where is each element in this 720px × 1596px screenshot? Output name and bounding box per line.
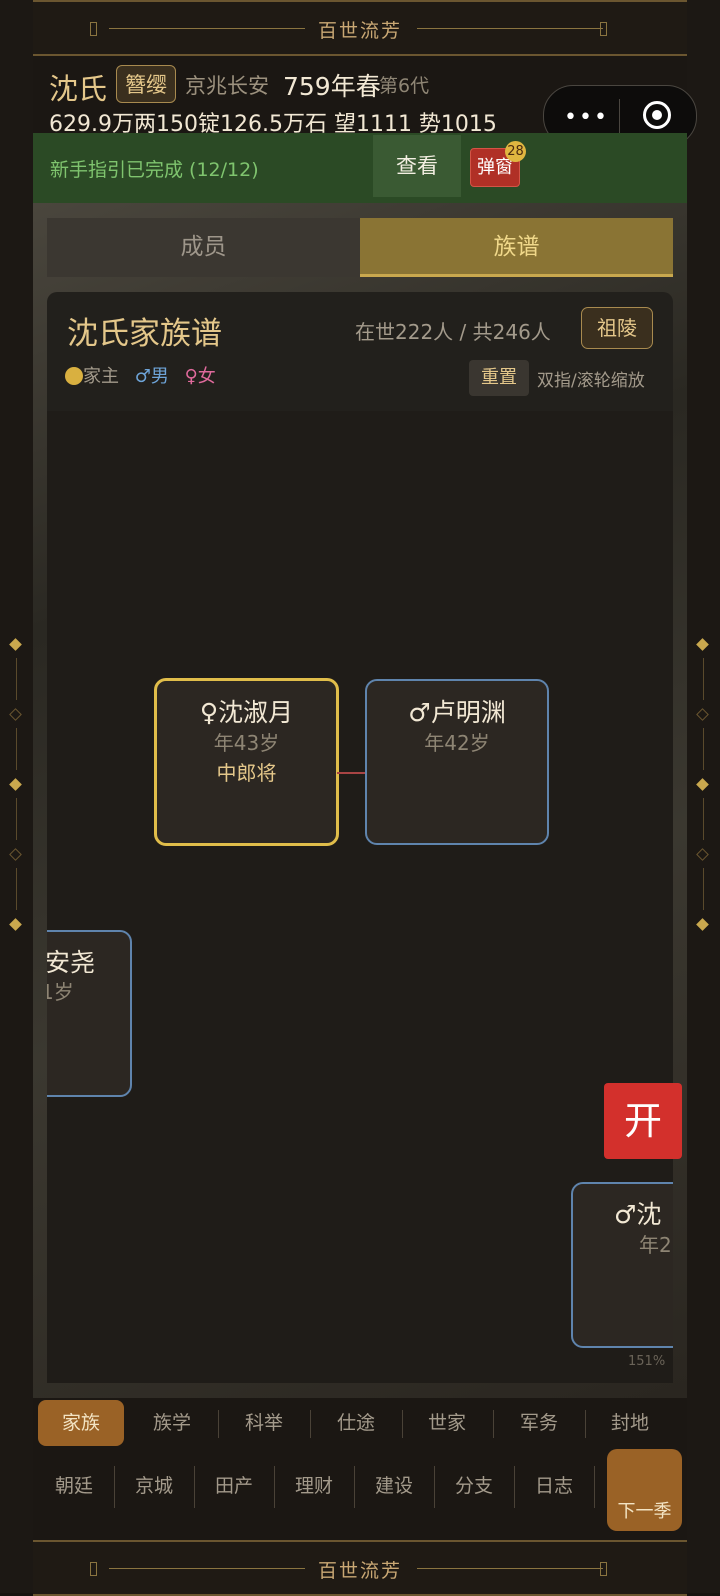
legend: 家主 ♂男 ♀女 — [65, 362, 216, 388]
nav-court[interactable]: 朝廷 — [34, 1446, 114, 1526]
nav-divider — [594, 1466, 595, 1508]
nav-row-primary: 家族 族学 科举 仕途 世家 军务 封地 — [38, 1400, 682, 1446]
legend-male: ♂男 — [134, 366, 169, 387]
bottom-banner: 百世流芳 — [33, 1540, 687, 1596]
population-stats: 在世222人 / 共246人 — [355, 320, 551, 344]
member-age: 年42岁 — [424, 731, 490, 755]
nav-capital[interactable]: 京城 — [114, 1446, 194, 1526]
view-tabs: 成员 族谱 — [47, 218, 673, 277]
banner-title: 百世流芳 — [317, 20, 402, 42]
nav-divider — [585, 1410, 586, 1438]
member-name: ♂卢明渊 — [408, 698, 506, 727]
top-banner: 百世流芳 — [33, 0, 687, 56]
member-card[interactable]: ♀沈淑月 年43岁 中郎将 — [154, 678, 339, 846]
spouse-link — [337, 772, 367, 774]
zoom-level: 151% — [628, 1354, 666, 1369]
right-frame-ornament — [687, 638, 720, 940]
nav-row-secondary: 朝廷 京城 田产 理财 建设 分支 日志 — [33, 1446, 613, 1526]
nav-family[interactable]: 家族 — [38, 1400, 124, 1446]
tree-info-panel: 沈氏家族谱 在世222人 / 共246人 祖陵 家主 ♂男 ♀女 重置 双指/滚… — [47, 292, 673, 411]
popup-count-badge: 28 — [505, 141, 526, 162]
nav-divider — [402, 1410, 403, 1438]
member-age: 年2 — [639, 1233, 672, 1257]
generation: 第6代 — [379, 75, 430, 97]
more-menu-icon[interactable]: ••• — [564, 105, 609, 130]
nav-clan-school[interactable]: 族学 — [129, 1400, 215, 1446]
legend-female: ♀女 — [184, 366, 216, 387]
next-season-label: 下一季 — [617, 1501, 672, 1522]
current-year: 759年春 — [283, 72, 381, 101]
nav-branches[interactable]: 分支 — [434, 1446, 514, 1526]
nav-exam[interactable]: 科举 — [221, 1400, 307, 1446]
view-button[interactable]: 查看 — [373, 135, 461, 197]
tab-family-tree[interactable]: 族谱 — [360, 218, 673, 277]
tree-title: 沈氏家族谱 — [67, 316, 222, 352]
nav-finance[interactable]: 理财 — [274, 1446, 354, 1526]
tutorial-bar: 新手指引已完成 (12/12) 查看 弹窗 28 — [33, 133, 687, 203]
banner-line — [417, 28, 603, 29]
ancestral-tomb-button[interactable]: 祖陵 — [581, 307, 653, 349]
nav-divider — [310, 1410, 311, 1438]
member-age: 年43岁 — [213, 731, 280, 755]
nav-military[interactable]: 军务 — [496, 1400, 582, 1446]
right-frame — [686, 0, 720, 1593]
rank-badge: 簪缨 — [116, 65, 176, 103]
member-age: 1岁 — [47, 980, 74, 1004]
banner-title: 百世流芳 — [317, 1560, 402, 1582]
member-card[interactable]: ♂卢明渊 年42岁 — [365, 679, 549, 845]
location: 京兆长安 — [185, 74, 269, 98]
family-tree-canvas[interactable]: ♀沈淑月 年43岁 中郎将 ♂卢明渊 年42岁 安尧 1岁 ♂沈 年2 151% — [47, 411, 673, 1383]
zoom-hint: 双指/滚轮缩放 — [537, 371, 645, 391]
next-season-button[interactable]: 下一季 — [607, 1449, 682, 1531]
open-button[interactable]: 开 — [604, 1083, 682, 1159]
member-name: ♂沈 — [614, 1200, 662, 1229]
bottom-navigation: 家族 族学 科举 仕途 世家 军务 封地 朝廷 京城 田产 理财 建设 分支 日… — [33, 1398, 687, 1540]
tab-members[interactable]: 成员 — [47, 218, 360, 277]
member-office: 中郎将 — [216, 761, 277, 785]
nav-farmland[interactable]: 田产 — [194, 1446, 274, 1526]
nav-log[interactable]: 日志 — [514, 1446, 594, 1526]
banner-end-ornament — [600, 1562, 607, 1576]
nav-career[interactable]: 仕途 — [313, 1400, 399, 1446]
left-frame-ornament — [0, 638, 33, 940]
nav-fief[interactable]: 封地 — [587, 1400, 673, 1446]
member-name: ♀沈淑月 — [199, 698, 294, 727]
nav-divider — [218, 1410, 219, 1438]
capsule-divider — [619, 99, 620, 133]
nav-construction[interactable]: 建设 — [354, 1446, 434, 1526]
clan-name: 沈氏 — [49, 72, 108, 106]
clan-head-dot-icon — [65, 367, 83, 385]
tutorial-status: 新手指引已完成 (12/12) — [50, 159, 259, 181]
banner-line — [417, 1568, 603, 1569]
banner-end-ornament — [600, 22, 607, 36]
legend-head: 家主 — [83, 366, 119, 387]
nav-divider — [493, 1410, 494, 1438]
nav-noble-families[interactable]: 世家 — [404, 1400, 490, 1446]
member-name: 安尧 — [47, 948, 96, 977]
left-frame — [0, 0, 34, 1593]
reset-view-button[interactable]: 重置 — [469, 360, 529, 396]
close-miniapp-icon[interactable] — [643, 101, 671, 129]
